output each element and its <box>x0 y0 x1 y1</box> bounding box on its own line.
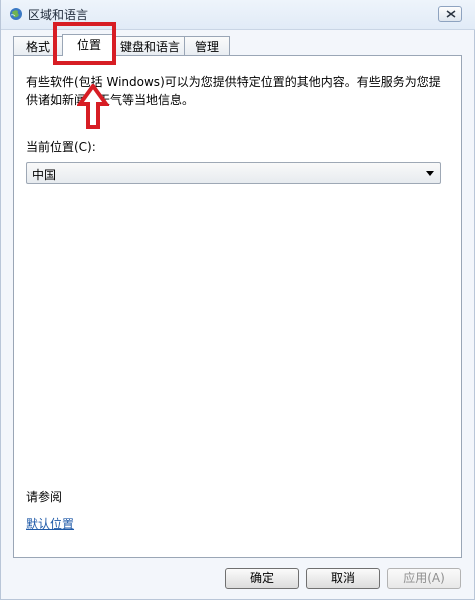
tab-keyboard-language-label: 键盘和语言 <box>119 40 180 54</box>
tab-format[interactable]: 格式 <box>13 36 63 55</box>
tab-location[interactable]: 位置 <box>62 34 116 56</box>
tab-administrative[interactable]: 管理 <box>184 36 230 55</box>
tab-administrative-label: 管理 <box>194 40 219 54</box>
close-icon <box>446 10 456 18</box>
chevron-down-icon <box>426 171 434 176</box>
tab-keyboard-language[interactable]: 键盘和语言 <box>115 36 185 55</box>
globe-icon <box>10 8 22 20</box>
title-bar: 区域和语言 <box>1 0 475 30</box>
cancel-button[interactable]: 取消 <box>306 568 380 589</box>
location-dropdown[interactable]: 中国 <box>26 162 441 184</box>
window-title: 区域和语言 <box>28 8 89 22</box>
see-also-label: 请参阅 <box>26 490 63 504</box>
tab-location-label: 位置 <box>76 38 101 52</box>
current-location-label: 当前位置(C): <box>26 140 96 154</box>
tab-format-label: 格式 <box>25 40 50 54</box>
region-language-window: 区域和语言 格式 位置 键盘和语言 管理 有些软件(包括 Windows)可以为… <box>0 0 475 600</box>
apply-button[interactable]: 应用(A) <box>387 568 461 589</box>
location-tab-panel: 有些软件(包括 Windows)可以为您提供特定位置的其他内容。有些服务为您提供… <box>13 55 462 558</box>
location-description: 有些软件(包括 Windows)可以为您提供特定位置的其他内容。有些服务为您提供… <box>26 75 441 107</box>
selected-location: 中国 <box>32 168 57 182</box>
close-button[interactable] <box>438 6 462 22</box>
ok-button[interactable]: 确定 <box>225 568 299 589</box>
default-location-link[interactable]: 默认位置 <box>26 515 74 532</box>
